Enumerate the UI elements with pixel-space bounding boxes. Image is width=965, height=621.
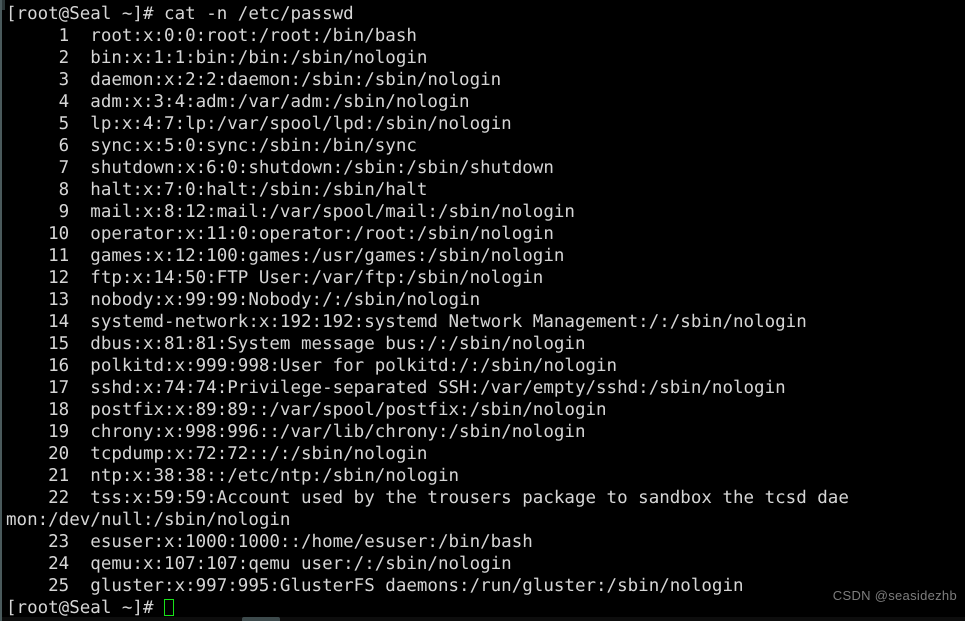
output-line-15: 15 dbus:x:81:81:System message bus:/:/sb… [6, 334, 586, 354]
output-line-3: 3 daemon:x:2:2:daemon:/sbin:/sbin/nologi… [6, 70, 502, 90]
output-line-22: 22 tss:x:59:59:Account used by the trous… [6, 488, 849, 508]
terminal-window[interactable]: [root@Seal ~]# cat -n /etc/passwd 1 root… [0, 0, 965, 621]
output-line-25: 25 gluster:x:997:995:GlusterFS daemons:/… [6, 576, 744, 596]
output-line-9: 9 mail:x:8:12:mail:/var/spool/mail:/sbin… [6, 202, 575, 222]
output-line-1: 1 root:x:0:0:root:/root:/bin/bash [6, 26, 417, 46]
output-line-14: 14 systemd-network:x:192:192:systemd Net… [6, 312, 807, 332]
output-line-17: 17 sshd:x:74:74:Privilege-separated SSH:… [6, 378, 786, 398]
command-prompt-line: [root@Seal ~]# cat -n /etc/passwd [6, 3, 965, 25]
block-cursor-icon [164, 599, 175, 616]
command-text: cat -n /etc/passwd [164, 4, 354, 24]
output-line-4: 4 adm:x:3:4:adm:/var/adm:/sbin/nologin [6, 92, 470, 112]
terminal-screen[interactable]: [root@Seal ~]# cat -n /etc/passwd 1 root… [2, 0, 965, 621]
output-line-8: 8 halt:x:7:0:halt:/sbin:/sbin/halt [6, 180, 428, 200]
output-line-22-continuation: mon:/dev/null:/sbin/nologin [6, 510, 291, 530]
output-line-24: 24 qemu:x:107:107:qemu user:/:/sbin/nolo… [6, 554, 512, 574]
output-line-10: 10 operator:x:11:0:operator:/root:/sbin/… [6, 224, 554, 244]
output-line-13: 13 nobody:x:99:99:Nobody:/:/sbin/nologin [6, 290, 481, 310]
final-prompt-line[interactable]: [root@Seal ~]# [6, 597, 965, 619]
output-line-5: 5 lp:x:4:7:lp:/var/spool/lpd:/sbin/nolog… [6, 114, 512, 134]
window-bottom-edge [2, 617, 965, 621]
output-line-23: 23 esuser:x:1000:1000::/home/esuser:/bin… [6, 532, 533, 552]
output-line-6: 6 sync:x:5:0:sync:/sbin:/bin/sync [6, 136, 417, 156]
final-prompt-string: [root@Seal ~]# [6, 598, 165, 618]
output-line-11: 11 games:x:12:100:games:/usr/games:/sbin… [6, 246, 565, 266]
output-line-19: 19 chrony:x:998:996::/var/lib/chrony:/sb… [6, 422, 586, 442]
output-line-16: 16 polkitd:x:999:998:User for polkitd:/:… [6, 356, 618, 376]
output-line-20: 20 tcpdump:x:72:72::/:/sbin/nologin [6, 444, 428, 464]
output-line-7: 7 shutdown:x:6:0:shutdown:/sbin:/sbin/sh… [6, 158, 554, 178]
prompt-string: [root@Seal ~]# [6, 4, 165, 24]
output-line-18: 18 postfix:x:89:89::/var/spool/postfix:/… [6, 400, 607, 420]
output-line-21: 21 ntp:x:38:38::/etc/ntp:/sbin/nologin [6, 466, 460, 486]
window-bottom-nub [242, 617, 280, 621]
output-line-2: 2 bin:x:1:1:bin:/bin:/sbin/nologin [6, 48, 428, 68]
output-line-12: 12 ftp:x:14:50:FTP User:/var/ftp:/sbin/n… [6, 268, 544, 288]
